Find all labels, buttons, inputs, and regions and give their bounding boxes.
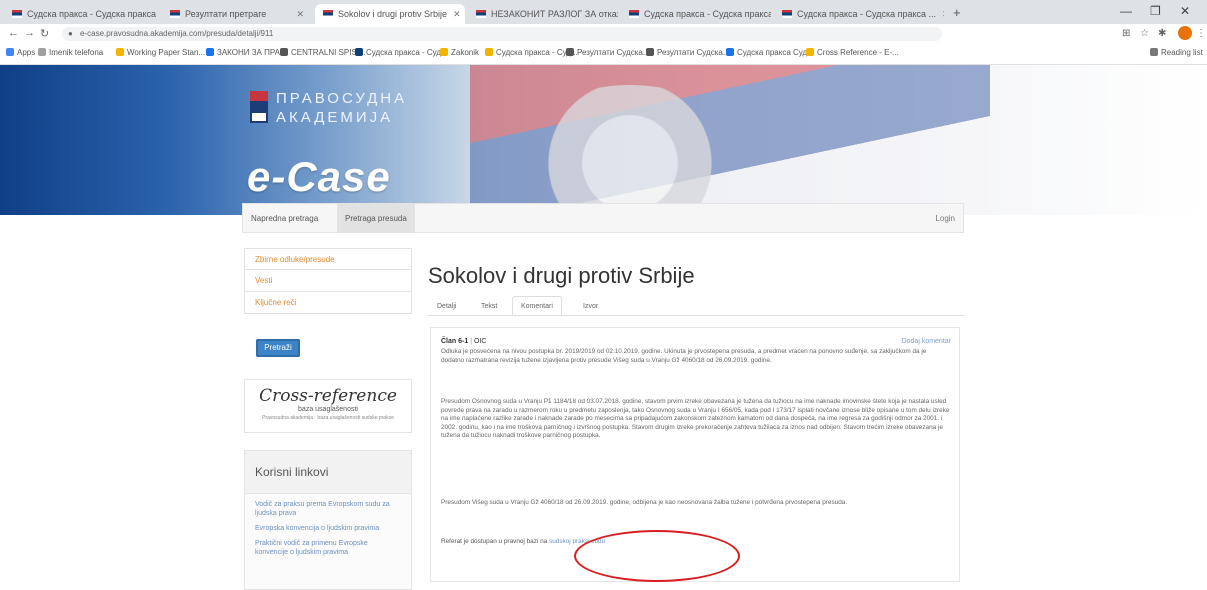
bookmark-item[interactable]: Судска пракса - Суд... — [485, 48, 578, 57]
nav-advanced-search[interactable]: Napredna pretraga — [243, 204, 326, 233]
sidebar-item-collections[interactable]: Zbirne odluke/presude — [244, 248, 412, 270]
sidebar-item-keywords[interactable]: Ključne reči — [244, 292, 412, 314]
serbia-flag-icon — [12, 10, 22, 18]
tab-details[interactable]: Detalji — [428, 296, 465, 316]
browser-tab[interactable]: Судска пракса - Судска пракса ...✕ — [4, 4, 159, 24]
restore-button[interactable]: ❐ — [1150, 4, 1161, 18]
useful-links-title: Korisni linkovi — [245, 451, 411, 494]
address-bar-row: ← → ↻ ● e-case.pravosudna.akademija.com/… — [0, 24, 1207, 44]
reload-icon[interactable]: ↻ — [40, 27, 49, 40]
bookmark-item[interactable]: Working Paper Stan... — [116, 48, 205, 57]
comment-footer-text: Referat je dostupan u pravnoj bazi na — [441, 538, 548, 545]
bookmark-item[interactable]: ЗАКОНИ ЗА ПРА... — [206, 48, 287, 57]
comment-paragraph: Presudom Osnovnog suda u Vranju P1 1184/… — [441, 398, 950, 440]
reading-list-button[interactable]: Reading list — [1150, 48, 1203, 57]
nav-search-judgments[interactable]: Pretraga presuda — [337, 204, 415, 233]
page-icon — [323, 10, 333, 18]
globe-icon — [646, 48, 654, 56]
close-icon[interactable]: ✕ — [290, 9, 304, 20]
useful-link[interactable]: Evropska konvencija o ljudskim pravima — [245, 518, 411, 533]
bookmark-item[interactable]: Cross Reference - E-... — [806, 48, 899, 57]
browser-tab[interactable]: Судска пракса - Судска пракса ...✕ — [621, 4, 771, 24]
useful-link[interactable]: Praktični vodič za primenu Evropske konv… — [245, 533, 411, 557]
bookmark-icon — [116, 48, 124, 56]
comment-separator: | — [470, 338, 473, 345]
bookmark-icon — [726, 48, 734, 56]
bookmark-item[interactable]: Резултати Судска... — [566, 48, 650, 57]
page-title: Sokolov i drugi protiv Srbije — [428, 263, 695, 288]
bookmark-star-icon[interactable]: ☆ — [1140, 28, 1149, 39]
tab-source[interactable]: Izvor — [574, 296, 607, 316]
coat-of-arms-image — [520, 85, 740, 215]
lock-icon: ● — [68, 29, 73, 38]
sidebar-links: Zbirne odluke/presude Vesti Ključne reči — [244, 248, 412, 314]
minimize-button[interactable]: — — [1120, 4, 1132, 18]
bookmark-item[interactable]: Imenik telefona — [38, 48, 103, 57]
comment-header: Član 6-1 | OIC — [441, 338, 486, 345]
comment-paragraph: Odluka je posvećena na nivou postupka br… — [441, 348, 927, 364]
page-icon — [170, 10, 180, 18]
bookmark-icon — [440, 48, 448, 56]
bookmark-item[interactable]: Судска пракса - Суд... — [355, 48, 448, 57]
add-comment-link[interactable]: Dodaj komentar — [902, 338, 951, 345]
share-icon[interactable]: ⊞ — [1122, 28, 1130, 39]
logo-text-line2: АКАДЕМИЈА — [276, 109, 394, 126]
url-bar[interactable]: ● e-case.pravosudna.akademija.com/presud… — [62, 27, 942, 41]
menu-icon[interactable]: ⋮ — [1196, 28, 1206, 39]
browser-tab-bar: Судска пракса - Судска пракса ...✕ Резул… — [0, 0, 1207, 24]
red-annotation-circle — [574, 530, 740, 582]
useful-link[interactable]: Vodič za praksu prema Evropskom sudu za … — [245, 494, 411, 518]
bookmark-item[interactable]: CENTRALNI SPISI... — [280, 48, 366, 57]
tab-comments[interactable]: Komentari — [512, 296, 562, 316]
bookmark-item[interactable]: Zakonik — [440, 48, 479, 57]
bookmark-icon — [485, 48, 493, 56]
close-window-button[interactable]: ✕ — [1180, 4, 1190, 18]
site-banner: ПРАВОСУДНА АКАДЕМИЈА e-Case — [0, 65, 1207, 215]
academy-logo-icon — [250, 91, 268, 123]
globe-icon — [280, 48, 288, 56]
crossref-banner[interactable]: Cross-reference baza usaglašenosti Pravo… — [244, 379, 412, 433]
bookmark-item[interactable]: Apps — [6, 48, 35, 57]
bookmarks-bar: Apps Imenik telefona Working Paper Stan.… — [0, 44, 1207, 65]
close-icon[interactable]: ✕ — [447, 9, 461, 20]
brand-title[interactable]: e-Case — [247, 153, 391, 201]
forward-icon[interactable]: → — [24, 27, 35, 39]
comment-type: OIC — [473, 338, 487, 345]
crossref-subtitle: baza usaglašenosti — [298, 406, 358, 413]
globe-icon — [566, 48, 574, 56]
extensions-icon[interactable]: ✱ — [1158, 28, 1166, 39]
search-button[interactable]: Pretraži — [256, 339, 300, 357]
page-icon — [476, 10, 486, 18]
back-icon[interactable]: ← — [8, 27, 19, 39]
comment-article: Član 6-1 — [441, 338, 469, 345]
bookmark-item[interactable]: Судска пракса Суд... — [726, 48, 814, 57]
profile-avatar[interactable] — [1178, 26, 1192, 40]
main-nav: Napredna pretraga Pretraga presuda Login — [242, 203, 964, 233]
apps-icon — [6, 48, 14, 56]
browser-tab[interactable]: Судска пракса - Судска пракса ...✕ — [774, 4, 944, 24]
browser-tab[interactable]: Резултати претраге ✕ — [162, 4, 312, 24]
folder-icon — [38, 48, 46, 56]
crossref-title: Cross-reference — [259, 386, 397, 406]
globe-icon — [355, 48, 363, 56]
logo-text-line1: ПРАВОСУДНА — [276, 90, 408, 107]
sidebar-item-news[interactable]: Vesti — [244, 270, 412, 292]
bookmark-item[interactable]: Резултати Судска... — [646, 48, 730, 57]
reading-list-icon — [1150, 48, 1158, 56]
comment-paragraph: Presudom Višeg suda u Vranju Gž 4060/18 … — [441, 499, 848, 506]
crossref-caption: Pravosudna akademija · baza usaglašenost… — [262, 415, 394, 421]
useful-links-panel: Korisni linkovi Vodič za praksu prema Ev… — [244, 450, 412, 590]
serbia-flag-icon — [629, 10, 639, 18]
browser-tab[interactable]: НЕЗАКОНИТ РАЗЛОГ ЗА отказ ...✕ — [468, 4, 618, 24]
tab-text[interactable]: Tekst — [472, 296, 506, 316]
login-link[interactable]: Login — [935, 204, 955, 233]
serbia-flag-icon — [782, 10, 792, 18]
new-tab-button[interactable]: + — [953, 5, 961, 20]
close-icon[interactable]: ✕ — [936, 9, 944, 20]
bookmark-icon — [206, 48, 214, 56]
bookmark-icon — [806, 48, 814, 56]
tabs-divider — [428, 315, 964, 316]
browser-tab-active[interactable]: Sokolov i drugi protiv Srbije ✕ — [315, 4, 465, 24]
